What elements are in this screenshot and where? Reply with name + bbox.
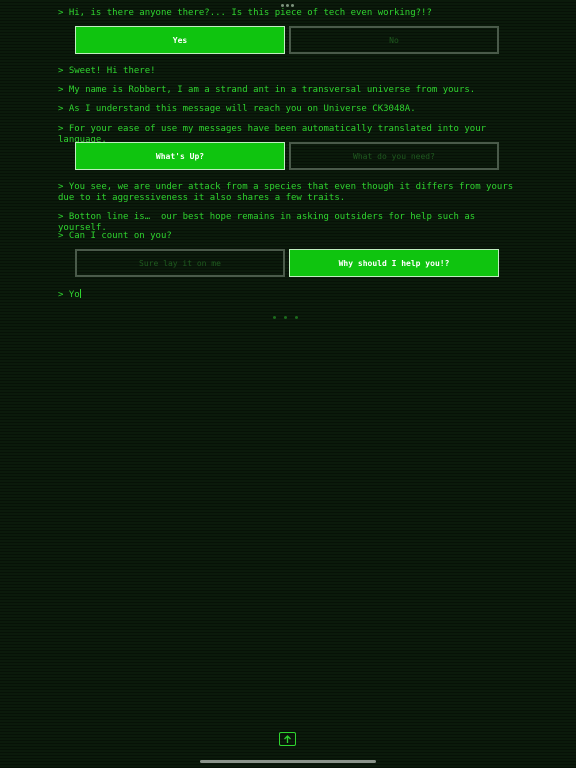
chat-message: > As I understand this message will reac… xyxy=(58,104,416,114)
choice-yes-button[interactable]: Yes xyxy=(75,26,285,54)
home-indicator[interactable] xyxy=(200,760,376,763)
dot xyxy=(291,4,294,7)
more-dots-icon[interactable] xyxy=(281,4,294,7)
choice-whats-up-button[interactable]: What's Up? xyxy=(75,142,285,170)
choice-what-do-you-need-button[interactable]: What do you need? xyxy=(289,142,499,170)
choice-row: Yes No xyxy=(75,26,501,56)
dot xyxy=(286,4,289,7)
dot xyxy=(281,4,284,7)
chat-message: > Hi, is there anyone there?... Is this … xyxy=(58,8,432,18)
share-up-arrow-icon xyxy=(284,734,291,743)
chat-message: > My name is Robbert, I am a strand ant … xyxy=(58,85,476,95)
chat-message: > Sweet! Hi there! xyxy=(58,66,156,76)
choice-row: What's Up? What do you need? xyxy=(75,142,501,172)
share-button[interactable] xyxy=(279,732,296,746)
typing-line: > Yo xyxy=(58,289,526,301)
choice-row: Sure lay it on me Why should I help you!… xyxy=(75,249,501,279)
dot xyxy=(295,316,298,319)
typing-text: > Yo xyxy=(58,290,80,300)
chat-message: > You see, we are under attack from a sp… xyxy=(58,182,519,203)
typing-dots-icon xyxy=(273,316,298,319)
chat-message: > Can I count on you? xyxy=(58,231,172,241)
choice-why-help-button[interactable]: Why should I help you!? xyxy=(289,249,499,277)
choice-no-button[interactable]: No xyxy=(289,26,499,54)
dot xyxy=(273,316,276,319)
text-cursor xyxy=(79,289,81,298)
dot xyxy=(284,316,287,319)
choice-sure-button[interactable]: Sure lay it on me xyxy=(75,249,285,277)
